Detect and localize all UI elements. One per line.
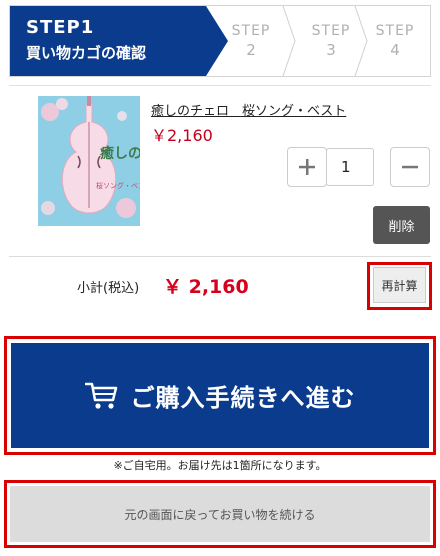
- cello-album-cover-image: 癒しのチェロ 桜ソング・ベスト: [38, 96, 140, 226]
- step-1-label: STEP1: [26, 17, 95, 38]
- cover-title-line1: 癒しのチェロ: [100, 145, 140, 162]
- step-4: STEP 4: [357, 6, 430, 76]
- product-price: ￥2,160: [151, 126, 213, 145]
- product-thumbnail[interactable]: 癒しのチェロ 桜ソング・ベスト: [38, 96, 140, 226]
- step-2: STEP 2: [213, 6, 289, 76]
- product-name-link[interactable]: 癒しのチェロ 桜ソング・ベスト: [151, 100, 346, 119]
- step-progress-bar: STEP1 買い物カゴの確認 STEP 2 STEP 3 STEP 4: [9, 5, 431, 77]
- delete-button[interactable]: 削除: [373, 206, 430, 244]
- cover-title-line2: 桜ソング・ベスト: [96, 181, 140, 190]
- step-4-number: 4: [390, 41, 400, 59]
- divider: [9, 256, 431, 257]
- subtotal-value: ￥ 2,160: [163, 276, 249, 298]
- step-1-title: 買い物カゴの確認: [26, 44, 147, 62]
- step-2-label: STEP: [231, 23, 271, 39]
- minus-icon: [402, 165, 418, 169]
- quantity-decrease-button[interactable]: [390, 147, 430, 187]
- delivery-note: ※ご自宅用。お届け先は1箇所になります。: [113, 459, 327, 472]
- recalculate-button[interactable]: 再計算: [373, 267, 426, 303]
- quantity-input[interactable]: [326, 148, 374, 186]
- step-2-number: 2: [246, 41, 256, 59]
- cart-icon: [84, 382, 117, 409]
- checkout-button-label: ご購入手続きへ進む: [130, 384, 356, 412]
- step-4-label: STEP: [375, 23, 415, 39]
- checkout-button[interactable]: ご購入手続きへ進む: [11, 343, 429, 448]
- step-1-active: STEP1 買い物カゴの確認: [10, 6, 228, 76]
- continue-shopping-button[interactable]: 元の画面に戻ってお買い物を続ける: [10, 486, 430, 542]
- quantity-increase-button[interactable]: [287, 147, 327, 187]
- subtotal-label: 小計(税込): [77, 281, 140, 296]
- plus-icon: [299, 159, 315, 175]
